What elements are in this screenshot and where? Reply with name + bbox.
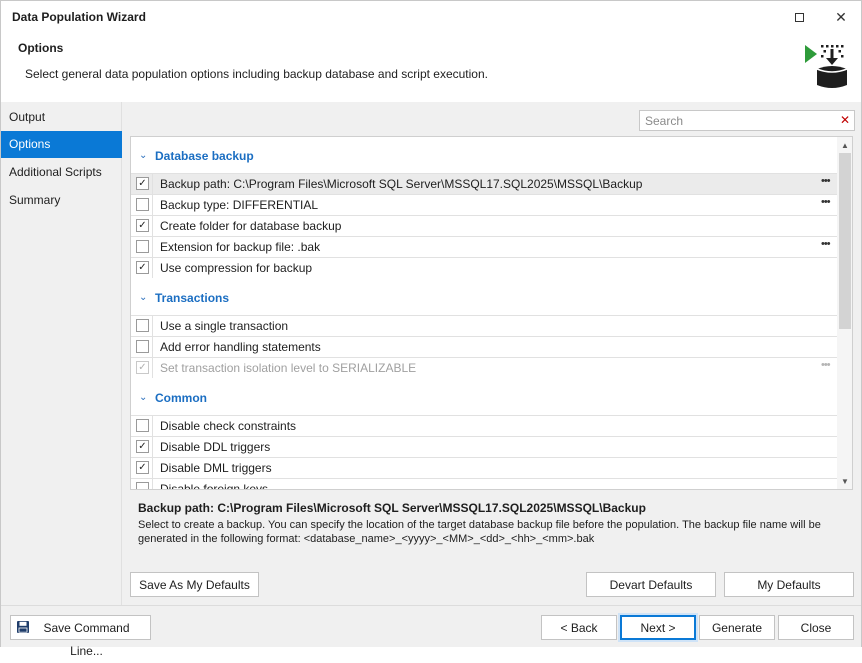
checkbox-cell: [131, 479, 153, 489]
checkbox-cell: [131, 337, 153, 357]
option-description-title: Backup path: C:\Program Files\Microsoft …: [138, 501, 646, 515]
maximize-icon: [794, 12, 804, 22]
page-title: Options: [18, 41, 64, 55]
floppy-disk-icon: [17, 621, 29, 633]
option-disable-check-constraints[interactable]: Disable check constraints: [131, 415, 837, 436]
sidebar-item-additional-scripts[interactable]: Additional Scripts: [1, 159, 122, 186]
sidebar-item-summary[interactable]: Summary: [1, 187, 122, 214]
group-label: Common: [155, 391, 207, 405]
options-content: ✕ ⌄ Database backup ✓ Backup path: C:\Pr…: [122, 102, 861, 605]
options-scrollbar[interactable]: ▲ ▼: [837, 137, 852, 489]
checkbox-cell: ✓: [131, 174, 153, 194]
checkbox[interactable]: ✓: [136, 440, 149, 453]
chevron-down-icon: ⌄: [139, 292, 148, 303]
sidebar-item-options[interactable]: Options: [1, 131, 122, 158]
scroll-down-icon[interactable]: ▼: [841, 477, 849, 486]
option-create-folder[interactable]: ✓ Create folder for database backup: [131, 215, 837, 236]
option-label: Backup type: DIFFERENTIAL: [160, 198, 319, 212]
group-transactions[interactable]: ⌄ Transactions: [131, 279, 837, 315]
ellipsis-icon[interactable]: •••: [821, 196, 831, 208]
checkbox[interactable]: [136, 319, 149, 332]
option-label: Add error handling statements: [160, 340, 321, 354]
option-label: Backup path: C:\Program Files\Microsoft …: [160, 177, 643, 191]
option-disable-ddl-triggers[interactable]: ✓ Disable DDL triggers: [131, 436, 837, 457]
scrollbar-thumb[interactable]: [839, 153, 851, 329]
save-command-line-label: Save Command Line...: [43, 621, 130, 658]
option-backup-type[interactable]: Backup type: DIFFERENTIAL •••: [131, 194, 837, 215]
window-title: Data Population Wizard: [12, 10, 146, 24]
search-input[interactable]: [640, 111, 836, 130]
search-box: ✕: [639, 110, 855, 131]
checkbox-cell: ✓: [131, 216, 153, 236]
checkbox-cell: ✓: [131, 258, 153, 278]
option-description-text: Select to create a backup. You can speci…: [138, 519, 821, 545]
checkbox-cell: [131, 237, 153, 257]
checkbox[interactable]: ✓: [136, 261, 149, 274]
ellipsis-icon[interactable]: •••: [821, 238, 831, 250]
option-backup-extension[interactable]: Extension for backup file: .bak •••: [131, 236, 837, 257]
save-command-line-button[interactable]: Save Command Line...: [10, 615, 151, 658]
checkbox[interactable]: [136, 198, 149, 211]
checkbox-cell: ✓: [131, 358, 153, 378]
page-header: Options Select general data population o…: [1, 33, 861, 101]
checkbox-cell: [131, 416, 153, 436]
group-database-backup[interactable]: ⌄ Database backup: [131, 137, 837, 173]
option-single-transaction[interactable]: Use a single transaction: [131, 315, 837, 336]
option-error-handling[interactable]: Add error handling statements: [131, 336, 837, 357]
checkbox-cell: [131, 195, 153, 215]
option-label: Disable DDL triggers: [160, 440, 271, 454]
scroll-up-icon[interactable]: ▲: [841, 141, 849, 150]
option-disable-dml-triggers[interactable]: ✓ Disable DML triggers: [131, 457, 837, 478]
checkbox-cell: [131, 316, 153, 336]
wizard-window: Data Population Wizard ✕ Options Select …: [0, 0, 862, 658]
chevron-down-icon: ⌄: [139, 392, 148, 403]
option-label: Disable DML triggers: [160, 461, 272, 475]
option-label: Disable foreign keys: [160, 482, 269, 490]
group-common[interactable]: ⌄ Common: [131, 379, 837, 415]
checkbox[interactable]: ✓: [136, 177, 149, 190]
option-label: Create folder for database backup: [160, 219, 342, 233]
option-label: Use compression for backup: [160, 261, 313, 275]
chevron-down-icon: ⌄: [139, 150, 148, 161]
devart-defaults-button[interactable]: Devart Defaults: [586, 572, 716, 597]
close-window-button[interactable]: ✕: [827, 5, 855, 29]
save-as-my-defaults-button[interactable]: Save As My Defaults: [130, 572, 259, 597]
page-description: Select general data population options i…: [25, 67, 488, 81]
option-label: Extension for backup file: .bak: [160, 240, 321, 254]
maximize-button[interactable]: [785, 5, 813, 29]
database-populate-icon: [805, 45, 848, 88]
checkbox[interactable]: [136, 419, 149, 432]
my-defaults-button[interactable]: My Defaults: [724, 572, 854, 597]
option-backup-path[interactable]: ✓ Backup path: C:\Program Files\Microsof…: [131, 173, 837, 194]
wizard-footer: Save Command Line... < Back Next > Gener…: [1, 605, 861, 658]
group-label: Transactions: [155, 291, 230, 305]
option-label: Use a single transaction: [160, 319, 289, 333]
sidebar-item-output[interactable]: Output: [1, 104, 122, 131]
close-button[interactable]: Close: [778, 615, 854, 640]
checkbox[interactable]: ✓: [136, 461, 149, 474]
checkbox[interactable]: [136, 240, 149, 253]
title-bar: Data Population Wizard ✕: [1, 1, 861, 33]
checkbox: ✓: [136, 361, 149, 374]
generate-button[interactable]: Generate: [699, 615, 775, 640]
checkbox-cell: ✓: [131, 437, 153, 457]
close-icon: ✕: [835, 9, 847, 25]
option-disable-foreign-keys[interactable]: Disable foreign keys: [131, 478, 837, 490]
ellipsis-icon: •••: [821, 359, 831, 371]
option-use-compression[interactable]: ✓ Use compression for backup: [131, 257, 837, 278]
option-isolation-level: ✓ Set transaction isolation level to SER…: [131, 357, 837, 378]
option-label: Set transaction isolation level to SERIA…: [160, 361, 417, 375]
options-grid: ⌄ Database backup ✓ Backup path: C:\Prog…: [130, 136, 853, 490]
back-button[interactable]: < Back: [541, 615, 617, 640]
checkbox[interactable]: [136, 340, 149, 353]
clear-icon[interactable]: ✕: [840, 113, 850, 127]
next-button[interactable]: Next >: [620, 615, 696, 640]
checkbox[interactable]: [136, 482, 149, 489]
checkbox[interactable]: ✓: [136, 219, 149, 232]
ellipsis-icon[interactable]: •••: [821, 175, 831, 187]
wizard-sidebar: Output Options Additional Scripts Summar…: [1, 102, 122, 605]
checkbox-cell: ✓: [131, 458, 153, 478]
group-label: Database backup: [155, 149, 254, 163]
option-label: Disable check constraints: [160, 419, 297, 433]
